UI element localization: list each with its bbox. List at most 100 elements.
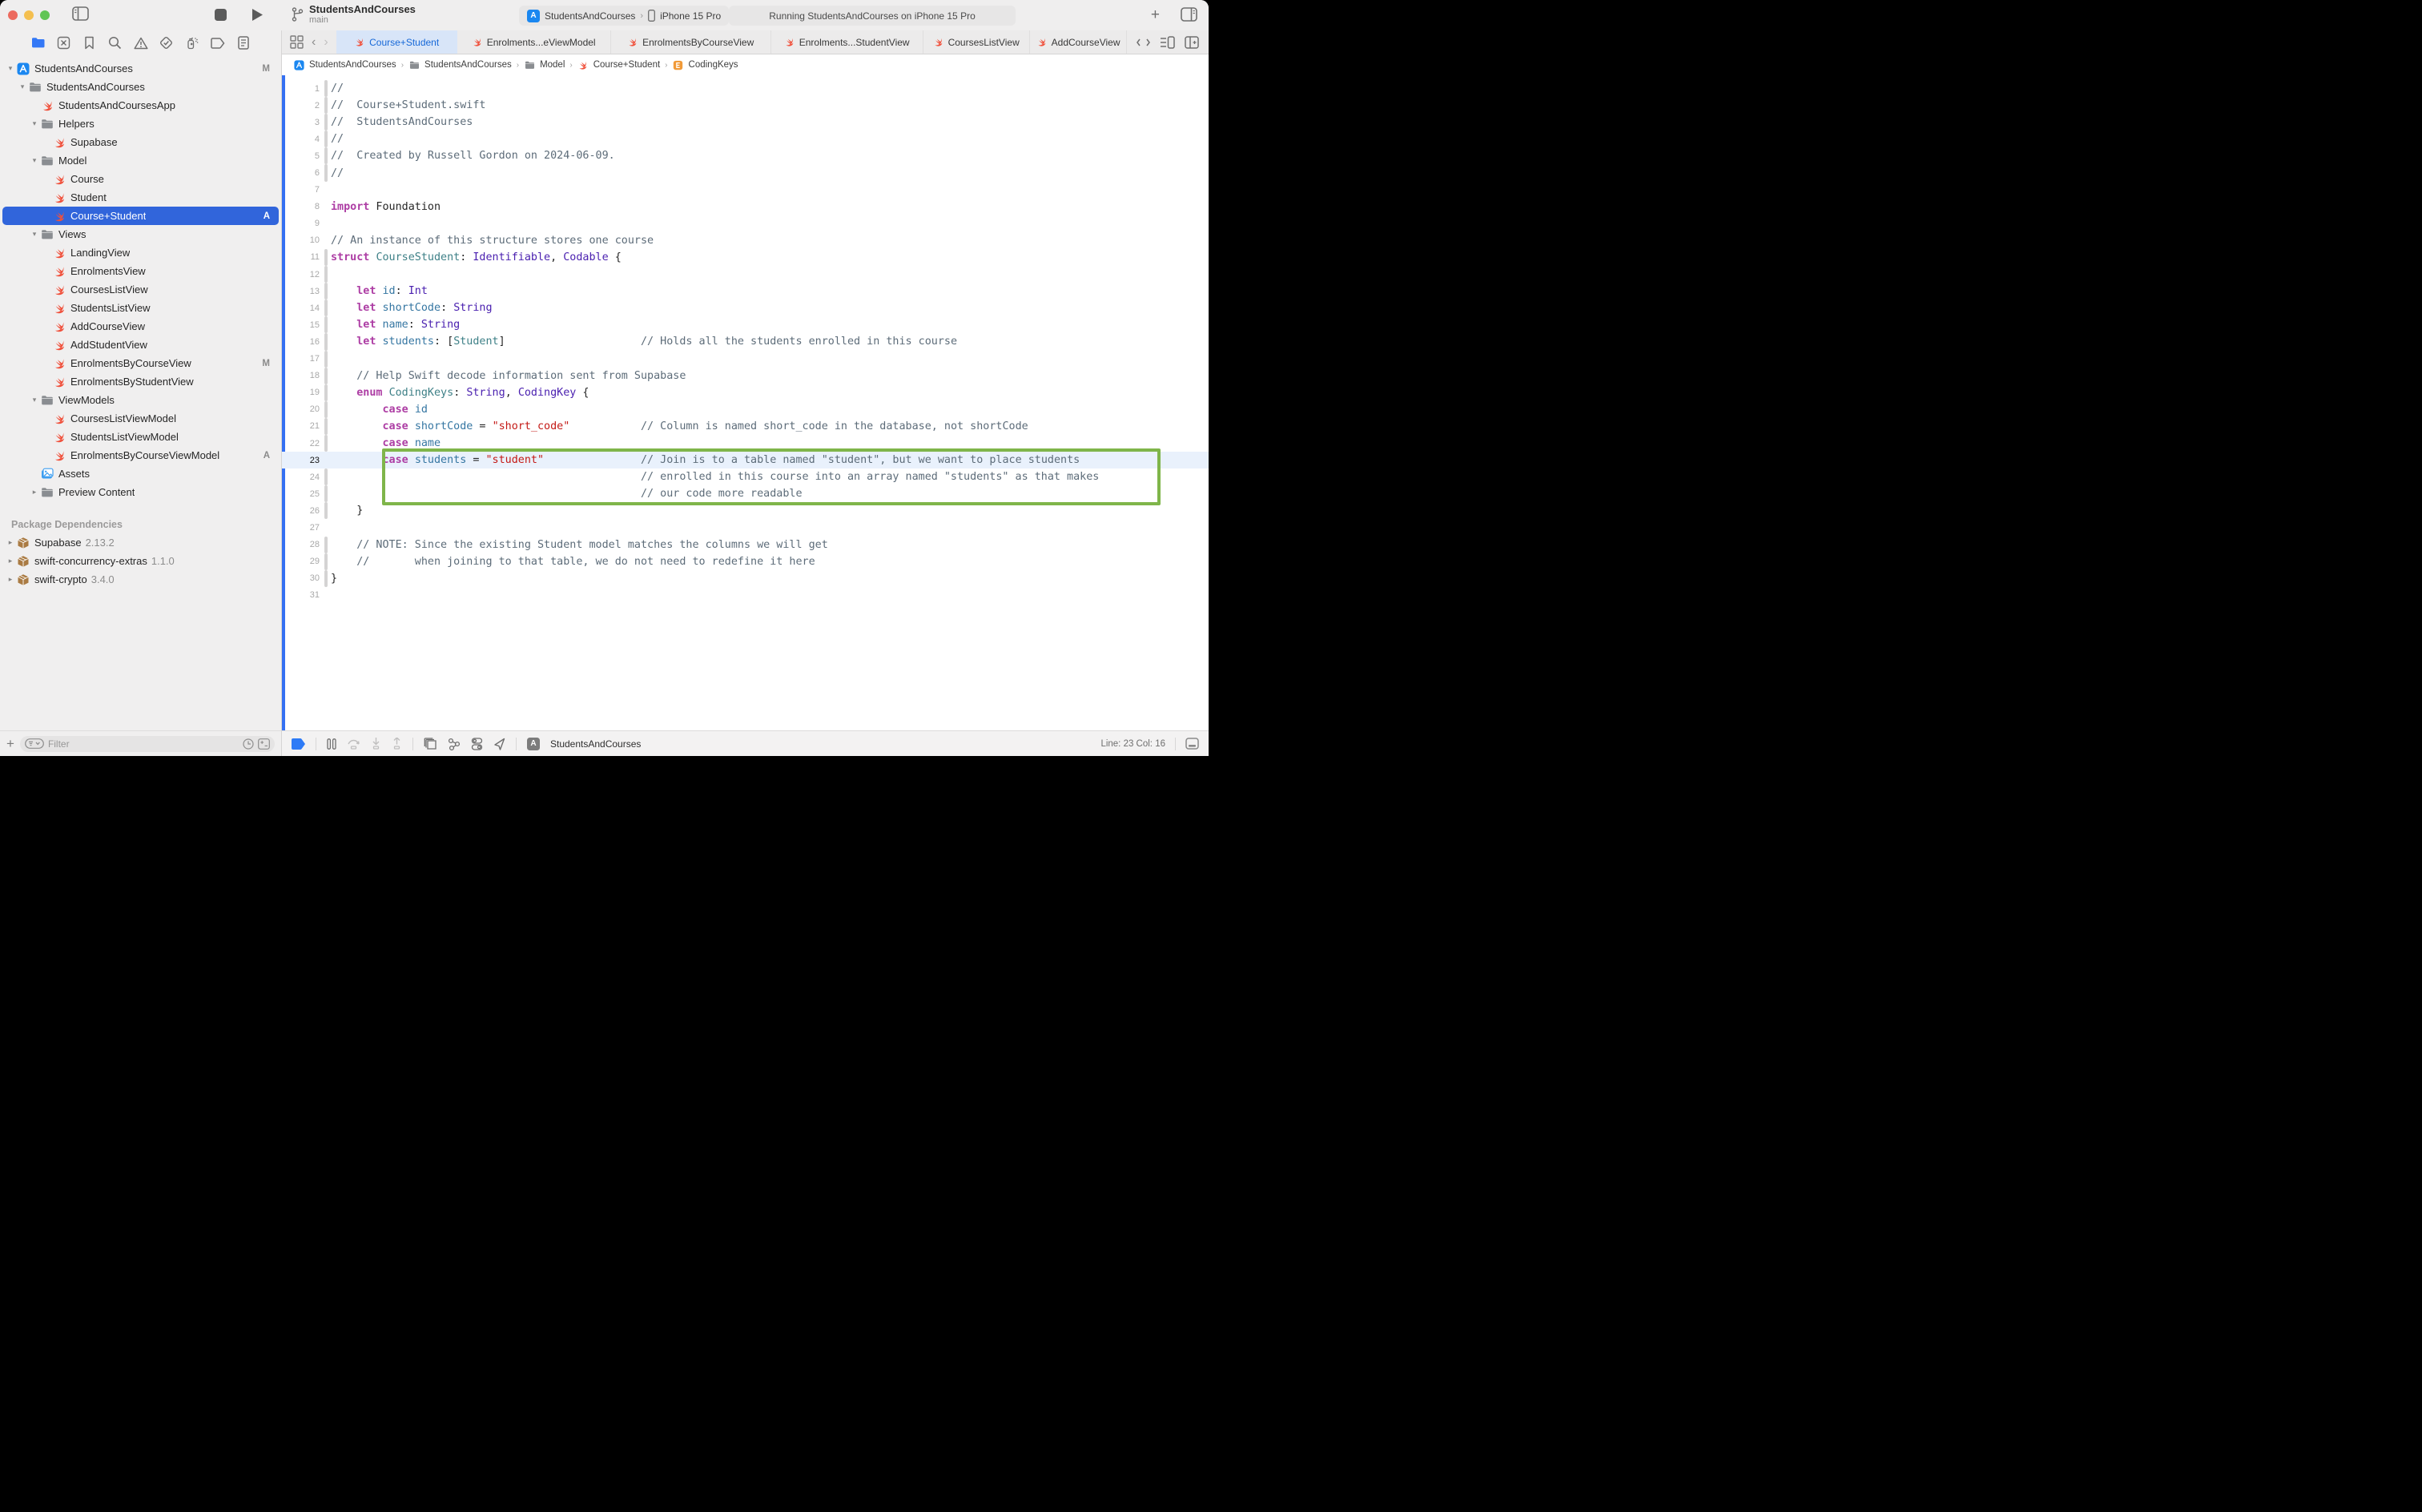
line-number[interactable]: 24 [282, 472, 323, 482]
breadcrumb-item-model[interactable]: Model [540, 60, 565, 70]
tree-item-enrolmentsbycourseview[interactable]: EnrolmentsByCourseViewM [0, 354, 281, 372]
issues-icon[interactable] [133, 35, 148, 50]
package-item-supabase[interactable]: ▸Supabase2.13.2 [0, 533, 281, 552]
zoom-window-button[interactable] [40, 10, 50, 20]
code-line-13[interactable]: 13 let id: Int [282, 283, 1209, 300]
code-line-27[interactable]: 27 [282, 519, 1209, 536]
code-line-4[interactable]: 4// [282, 131, 1209, 147]
scheme-selector[interactable]: A StudentsAndCourses › iPhone 15 Pro [519, 6, 729, 26]
tree-item-course-student[interactable]: Course+StudentA [0, 207, 281, 225]
tree-item-landingview[interactable]: LandingView [0, 243, 281, 262]
code-line-7[interactable]: 7 [282, 182, 1209, 199]
code-line-11[interactable]: 11struct CourseStudent: Identifiable, Co… [282, 249, 1209, 266]
find-icon[interactable] [107, 35, 123, 50]
editor-tab-addcourseview[interactable]: AddCourseView [1030, 30, 1127, 54]
toggle-right-sidebar-icon[interactable] [1181, 7, 1197, 22]
view-hierarchy-icon[interactable] [424, 738, 437, 750]
tree-item-studentslistviewmodel[interactable]: StudentsListViewModel [0, 428, 281, 446]
close-window-button[interactable] [8, 10, 18, 20]
tree-item-course[interactable]: Course [0, 170, 281, 188]
tree-item-enrolmentsbystudentview[interactable]: EnrolmentsByStudentView [0, 372, 281, 391]
related-items-icon[interactable] [290, 35, 304, 49]
code-line-5[interactable]: 5// Created by Russell Gordon on 2024-06… [282, 147, 1209, 164]
tree-item-preview-content[interactable]: ▸Preview Content [0, 483, 281, 501]
back-chevron-icon[interactable]: ‹ [312, 35, 316, 50]
line-number[interactable]: 28 [282, 540, 323, 549]
line-number[interactable]: 22 [282, 439, 323, 448]
line-number[interactable]: 5 [282, 151, 323, 161]
line-number[interactable]: 29 [282, 557, 323, 566]
line-number[interactable]: 30 [282, 573, 323, 583]
line-number[interactable]: 20 [282, 404, 323, 414]
source-control-icon[interactable] [56, 35, 71, 50]
minimize-window-button[interactable] [24, 10, 34, 20]
line-number[interactable]: 4 [282, 135, 323, 144]
code-line-10[interactable]: 10// An instance of this structure store… [282, 232, 1209, 249]
disclosure-triangle[interactable]: ▾ [6, 64, 14, 73]
disclosure-triangle[interactable]: ▸ [6, 538, 14, 547]
line-number[interactable]: 21 [282, 421, 323, 431]
breakpoints-toggle-icon[interactable] [292, 738, 305, 750]
breadcrumb-item-codingkeys[interactable]: CodingKeys [689, 60, 738, 70]
disclosure-triangle[interactable]: ▾ [18, 82, 26, 91]
line-number[interactable]: 10 [282, 235, 323, 245]
disclosure-triangle[interactable]: ▸ [6, 575, 14, 584]
split-editor-icon[interactable] [1185, 36, 1199, 49]
line-number[interactable]: 14 [282, 304, 323, 313]
code-line-28[interactable]: 28 // NOTE: Since the existing Student m… [282, 537, 1209, 553]
recents-clock-icon[interactable] [243, 738, 254, 750]
forward-chevron-icon[interactable]: › [324, 35, 328, 50]
line-number[interactable]: 2 [282, 101, 323, 111]
editor-tab-enrolments-eviewmodel[interactable]: Enrolments...eViewModel [457, 30, 611, 54]
code-line-8[interactable]: 8import Foundation [282, 199, 1209, 215]
code-line-29[interactable]: 29 // when joining to that table, we do … [282, 553, 1209, 570]
memory-graph-icon[interactable] [448, 738, 461, 750]
line-number[interactable]: 6 [282, 168, 323, 178]
line-number[interactable]: 25 [282, 489, 323, 499]
line-number[interactable]: 26 [282, 506, 323, 516]
line-number[interactable]: 12 [282, 270, 323, 279]
tree-item-addcourseview[interactable]: AddCourseView [0, 317, 281, 336]
editor-options-icon[interactable] [1160, 36, 1175, 49]
package-item-swift-concurrency-extras[interactable]: ▸swift-concurrency-extras1.1.0 [0, 552, 281, 570]
line-number[interactable]: 17 [282, 354, 323, 364]
line-number[interactable]: 31 [282, 590, 323, 600]
environment-overrides-icon[interactable] [471, 738, 483, 750]
code-line-20[interactable]: 20 case id [282, 401, 1209, 418]
disclosure-triangle[interactable]: ▾ [30, 119, 38, 128]
package-item-swift-crypto[interactable]: ▸swift-crypto3.4.0 [0, 570, 281, 589]
add-file-plus-icon[interactable]: + [6, 736, 14, 752]
line-number[interactable]: 16 [282, 337, 323, 347]
editor-tab-enrolments-studentview[interactable]: Enrolments...StudentView [771, 30, 923, 54]
line-number[interactable]: 23 [282, 456, 323, 465]
code-review-icon[interactable] [1137, 37, 1150, 48]
code-line-2[interactable]: 2// Course+Student.swift [282, 97, 1209, 114]
line-number[interactable]: 3 [282, 118, 323, 127]
tree-item-studentsandcourses[interactable]: ▾StudentsAndCourses [0, 78, 281, 96]
breadcrumb-item-studentsandcourses[interactable]: StudentsAndCourses [309, 60, 396, 70]
code-line-1[interactable]: 1// [282, 80, 1209, 97]
tree-item-enrolmentsview[interactable]: EnrolmentsView [0, 262, 281, 280]
line-number[interactable]: 27 [282, 523, 323, 533]
tree-item-viewmodels[interactable]: ▾ViewModels [0, 391, 281, 409]
line-number[interactable]: 8 [282, 202, 323, 211]
line-number[interactable]: 1 [282, 84, 323, 94]
bookmarks-icon[interactable] [82, 35, 97, 50]
tree-item-enrolmentsbycourseviewmodel[interactable]: EnrolmentsByCourseViewModelA [0, 446, 281, 464]
add-editor-plus-icon[interactable]: + [1151, 7, 1160, 22]
project-navigator-icon[interactable] [30, 35, 46, 50]
stop-button[interactable] [215, 9, 227, 21]
tree-item-courseslistviewmodel[interactable]: CoursesListViewModel [0, 409, 281, 428]
source-editor[interactable]: 1//2// Course+Student.swift3// StudentsA… [282, 75, 1209, 730]
disclosure-triangle[interactable]: ▸ [30, 488, 38, 497]
line-number[interactable]: 15 [282, 320, 323, 330]
code-line-19[interactable]: 19 enum CodingKeys: String, CodingKey { [282, 384, 1209, 401]
editor-tab-course-student[interactable]: Course+Student [336, 30, 457, 54]
toggle-debug-area-icon[interactable] [1185, 738, 1199, 750]
tests-icon[interactable] [159, 35, 174, 50]
code-line-30[interactable]: 30} [282, 570, 1209, 587]
breadcrumb-item-studentsandcourses[interactable]: StudentsAndCourses [424, 60, 512, 70]
run-button[interactable] [251, 8, 264, 22]
line-number[interactable]: 13 [282, 287, 323, 296]
disclosure-triangle[interactable]: ▾ [30, 396, 38, 404]
